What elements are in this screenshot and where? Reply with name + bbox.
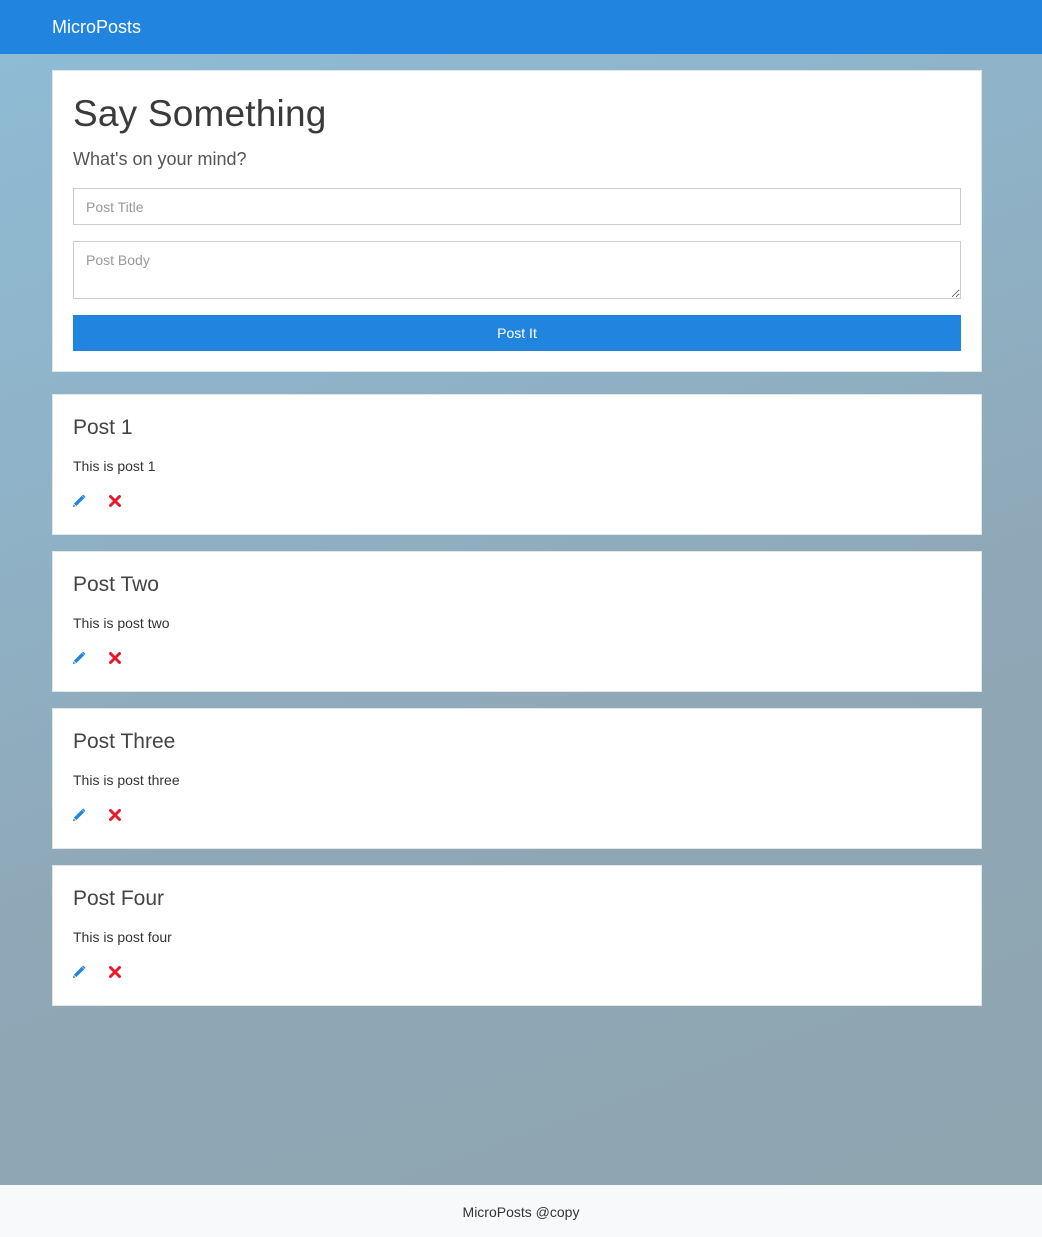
post-title-input[interactable]	[73, 188, 961, 225]
delete-button[interactable]	[108, 651, 124, 667]
post-form-card: Say Something What's on your mind? Post …	[52, 70, 982, 372]
pencil-icon	[73, 965, 86, 978]
post-body-input[interactable]	[73, 241, 961, 299]
close-icon	[109, 652, 121, 664]
post-card: Post Three This is post three	[52, 708, 982, 849]
pencil-icon	[73, 651, 86, 664]
post-card: Post 1 This is post 1	[52, 394, 982, 535]
pencil-icon	[73, 808, 86, 821]
edit-button[interactable]	[72, 808, 88, 824]
delete-button[interactable]	[108, 808, 124, 824]
edit-button[interactable]	[72, 651, 88, 667]
footer-text: MicroPosts @copy	[462, 1204, 580, 1220]
post-card: Post Two This is post two	[52, 551, 982, 692]
post-title: Post 1	[73, 416, 133, 439]
edit-button[interactable]	[72, 965, 88, 981]
post-title: Post Four	[73, 887, 165, 910]
post-it-button[interactable]: Post It	[73, 315, 961, 351]
close-icon	[109, 495, 121, 507]
post-body: This is post three	[73, 772, 180, 788]
footer: MicroPosts @copy	[0, 1185, 1042, 1237]
pencil-icon	[73, 494, 86, 507]
form-subheading: What's on your mind?	[73, 149, 247, 169]
close-icon	[109, 966, 121, 978]
post-title: Post Three	[73, 730, 176, 753]
post-body: This is post four	[73, 929, 172, 945]
delete-button[interactable]	[108, 965, 124, 981]
post-title: Post Two	[73, 573, 159, 596]
navbar: MicroPosts	[0, 0, 1042, 54]
post-body: This is post two	[73, 615, 170, 631]
close-icon	[109, 809, 121, 821]
form-heading: Say Something	[73, 93, 327, 134]
brand-link[interactable]: MicroPosts	[52, 15, 141, 39]
post-card: Post Four This is post four	[52, 865, 982, 1006]
post-body: This is post 1	[73, 458, 156, 474]
edit-button[interactable]	[72, 494, 88, 510]
delete-button[interactable]	[108, 494, 124, 510]
